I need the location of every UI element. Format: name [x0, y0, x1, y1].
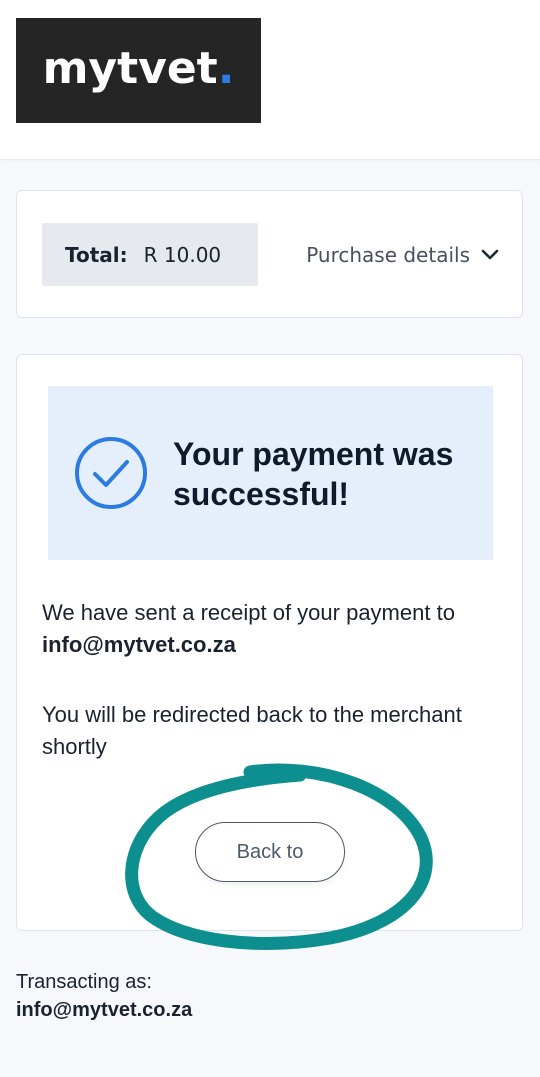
receipt-message: We have sent a receipt of your payment t…	[42, 597, 502, 661]
logo-dot: .	[217, 43, 235, 94]
purchase-details-label: Purchase details	[306, 243, 470, 267]
back-to-merchant-button[interactable]: Back to	[195, 822, 345, 882]
transacting-as: Transacting as: info@mytvet.co.za	[16, 968, 416, 1024]
order-summary-card: Total: R 10.00 Purchase details	[16, 190, 523, 318]
receipt-email: info@mytvet.co.za	[42, 632, 236, 657]
success-banner: Your payment was successful!	[48, 386, 493, 560]
check-circle-icon	[75, 437, 147, 509]
payment-result-card: Your payment was successful! We have sen…	[16, 354, 523, 931]
redirect-message: You will be redirected back to the merch…	[42, 702, 462, 759]
total-label: Total:	[65, 242, 128, 267]
transacting-label: Transacting as:	[16, 971, 152, 993]
success-title: Your payment was successful!	[173, 436, 454, 512]
chevron-down-icon	[481, 249, 499, 260]
purchase-details-toggle[interactable]: Purchase details	[306, 239, 500, 271]
page-header: mytvet.	[0, 0, 540, 160]
total-box: Total: R 10.00	[42, 223, 258, 286]
total-value: R 10.00	[143, 242, 222, 267]
receipt-prefix: We have sent a receipt of your payment t…	[42, 600, 455, 625]
logo-text: mytvet.	[42, 43, 235, 94]
transacting-email: info@mytvet.co.za	[16, 999, 193, 1021]
mytvet-logo: mytvet.	[16, 18, 261, 123]
